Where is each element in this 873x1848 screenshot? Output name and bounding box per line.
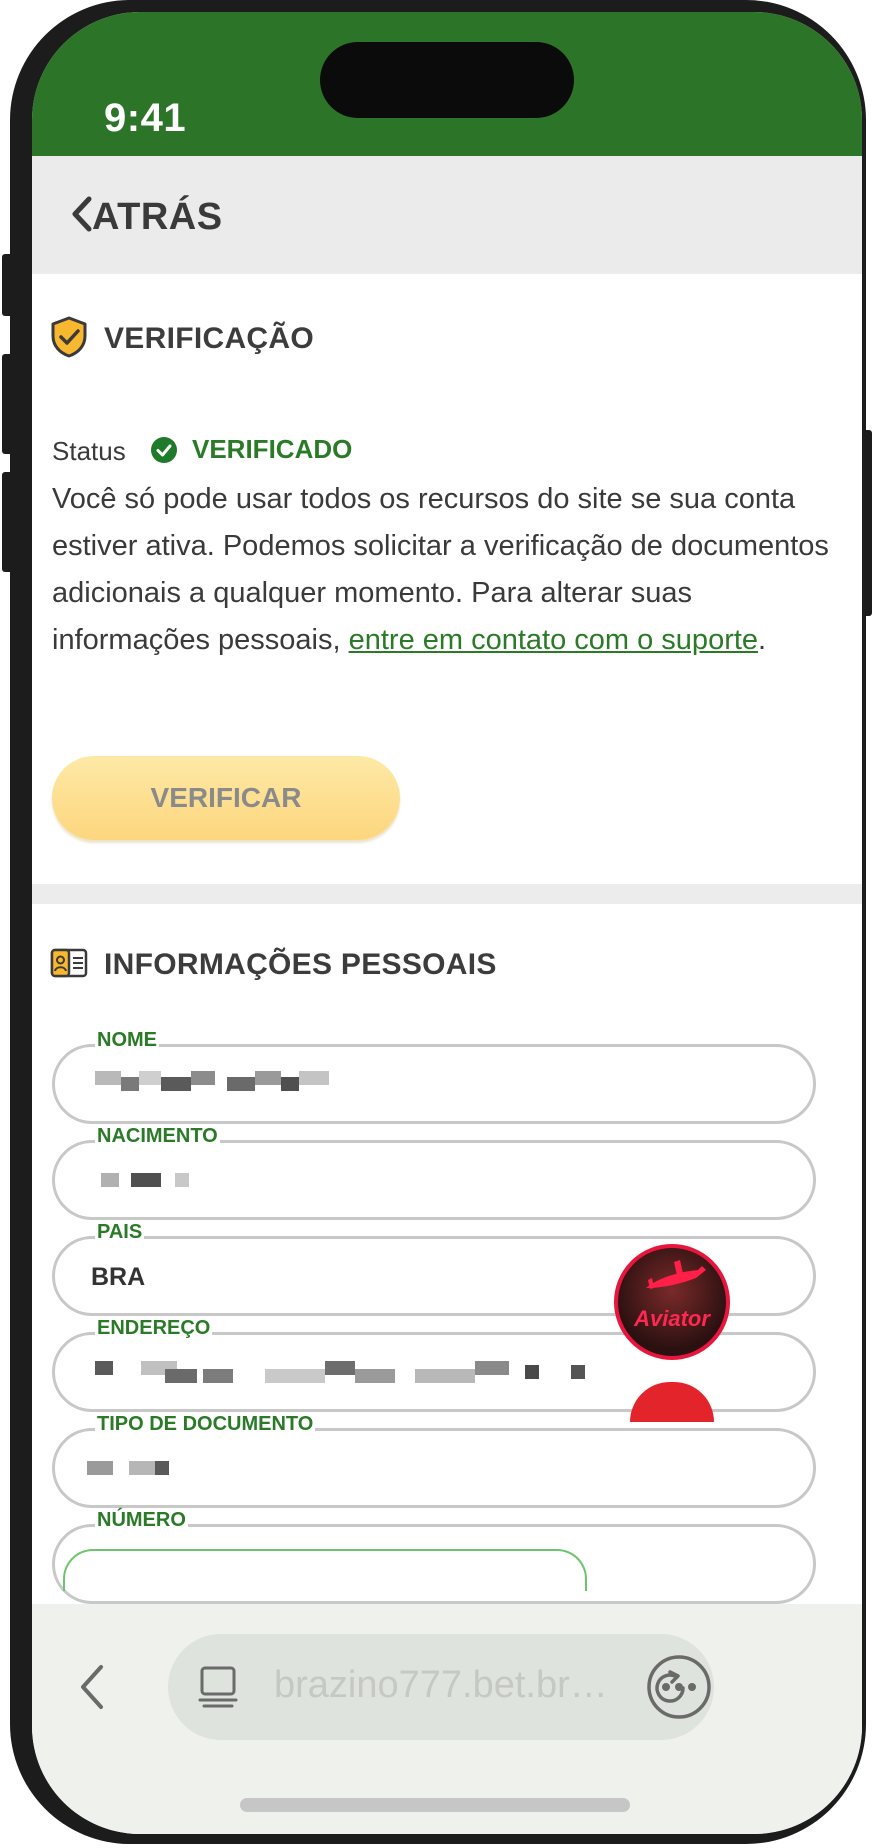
personal-info-card: INFORMAÇÕES PESSOAIS NOME NACIMENTO PAIS… — [32, 904, 862, 1624]
field-label: NÚMERO — [95, 1509, 188, 1532]
aviator-game-button[interactable]: Aviator — [614, 1244, 730, 1360]
aviator-label: Aviator — [634, 1306, 710, 1331]
more-options-icon[interactable] — [644, 1652, 714, 1722]
status-bar: 9:41 — [32, 12, 862, 156]
top-nav-bar: ATRÁS — [32, 156, 862, 272]
screen: 9:41 ATRÁS VERIFICAÇÃO Status VERIFICADO… — [32, 12, 862, 1834]
verification-title: VERIFICAÇÃO — [104, 322, 314, 355]
airplane-icon — [646, 1260, 706, 1289]
verify-button[interactable]: VERIFICAR — [52, 756, 400, 840]
reader-mode-icon[interactable] — [198, 1664, 238, 1715]
shield-check-icon — [50, 316, 88, 363]
address-bar[interactable]: brazino777.bet.br… — [168, 1634, 714, 1740]
check-circle-icon — [150, 436, 178, 464]
home-indicator[interactable] — [240, 1798, 630, 1812]
device-frame: 9:41 ATRÁS VERIFICAÇÃO Status VERIFICADO… — [0, 0, 873, 1848]
browser-back-icon[interactable] — [62, 1652, 122, 1722]
green-outline — [63, 1549, 587, 1591]
status-value: VERIFICADO — [192, 434, 353, 464]
phone-body: 9:41 ATRÁS VERIFICAÇÃO Status VERIFICADO… — [10, 0, 866, 1844]
field-label: NOME — [95, 1029, 159, 1052]
description-end: . — [758, 624, 767, 656]
personal-info-title: INFORMAÇÕES PESSOAIS — [104, 948, 497, 981]
birth-field[interactable]: NACIMENTO — [52, 1125, 816, 1220]
field-label: ENDEREÇO — [95, 1317, 213, 1340]
dynamic-island — [320, 42, 574, 118]
back-button[interactable]: ATRÁS — [92, 196, 223, 239]
document-number-field[interactable]: NÚMERO — [52, 1509, 816, 1604]
field-label: NACIMENTO — [95, 1125, 220, 1148]
status-time: 9:41 — [104, 96, 187, 140]
field-label: TIPO DE DOCUMENTO — [95, 1413, 316, 1436]
field-label: PAIS — [95, 1221, 145, 1244]
verification-description: Você só pode usar todos os recursos do s… — [52, 476, 842, 664]
verification-card: VERIFICAÇÃO Status VERIFICADO Você só po… — [32, 274, 862, 884]
url-text[interactable]: brazino777.bet.br… — [274, 1664, 608, 1707]
browser-toolbar: brazino777.bet.br… — [32, 1604, 862, 1834]
field-value: BRA — [91, 1263, 146, 1291]
id-card-icon — [50, 948, 88, 983]
name-field[interactable]: NOME — [52, 1029, 816, 1124]
support-link[interactable]: entre em contato com o suporte — [349, 624, 758, 656]
status-badge: VERIFICADO — [150, 434, 352, 465]
status-label: Status — [52, 436, 126, 466]
document-type-field[interactable]: TIPO DE DOCUMENTO — [52, 1413, 816, 1508]
